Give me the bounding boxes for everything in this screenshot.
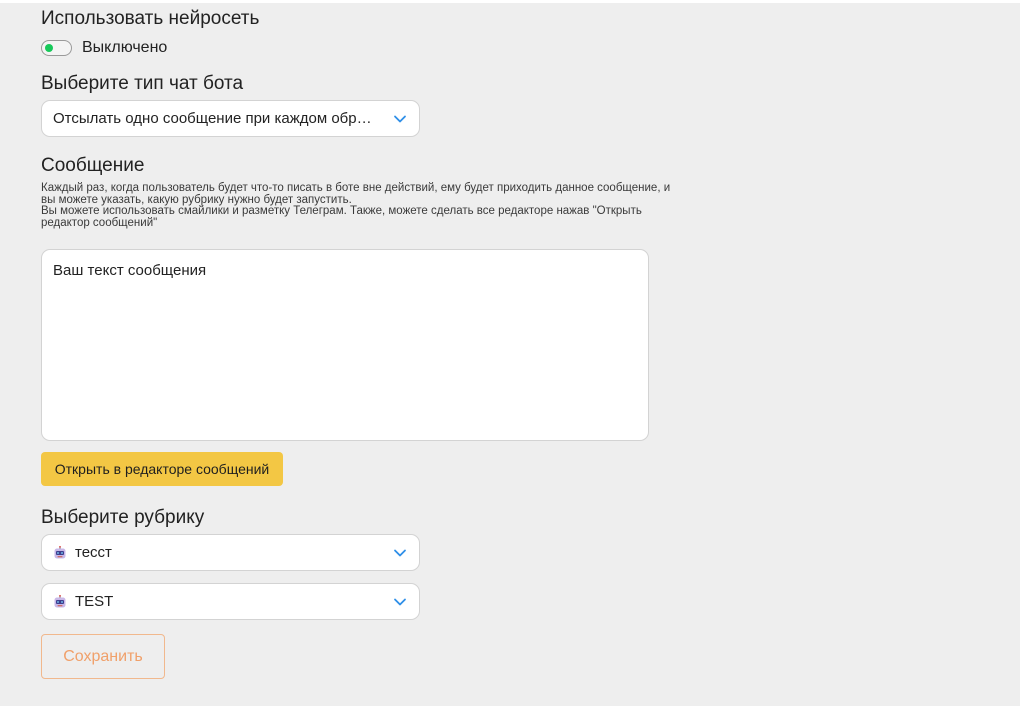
- rubric-select-1-value: тесст: [75, 544, 112, 561]
- settings-panel: Использовать нейросеть Выключено Выберит…: [0, 3, 1020, 706]
- rubric-heading: Выберите рубрику: [41, 507, 205, 528]
- rubric-select-2-value: TEST: [75, 593, 114, 610]
- chevron-down-icon: [394, 549, 406, 556]
- rubric-select-1[interactable]: тесст: [41, 534, 420, 571]
- robot-emoji-icon: [54, 594, 66, 607]
- description-line: Вы можете использовать смайлики и размет…: [41, 205, 642, 217]
- bot-type-selected-value: Отсылать одно сообщение при каждом обращ…: [53, 110, 375, 127]
- message-textarea[interactable]: [41, 249, 649, 441]
- message-heading: Сообщение: [41, 155, 145, 176]
- rubric-select-2[interactable]: TEST: [41, 583, 420, 620]
- toggle-knob: [45, 44, 53, 52]
- message-description: Каждый раз, когда пользователь будет что…: [41, 182, 751, 229]
- robot-emoji-icon: [54, 545, 66, 558]
- neural-heading: Использовать нейросеть: [41, 8, 260, 29]
- description-line: Каждый раз, когда пользователь будет что…: [41, 182, 671, 194]
- neural-toggle-row: Выключено: [41, 38, 167, 58]
- open-editor-button[interactable]: Открыть в редакторе сообщений: [41, 452, 283, 486]
- chevron-down-icon: [394, 115, 406, 122]
- bot-type-heading: Выберите тип чат бота: [41, 73, 244, 94]
- save-button[interactable]: Сохранить: [41, 634, 165, 679]
- chevron-down-icon: [394, 598, 406, 605]
- description-line: редактор сообщений": [41, 216, 158, 229]
- neural-toggle[interactable]: [41, 40, 72, 56]
- neural-toggle-label: Выключено: [82, 39, 168, 56]
- bot-type-select[interactable]: Отсылать одно сообщение при каждом обращ…: [41, 100, 420, 137]
